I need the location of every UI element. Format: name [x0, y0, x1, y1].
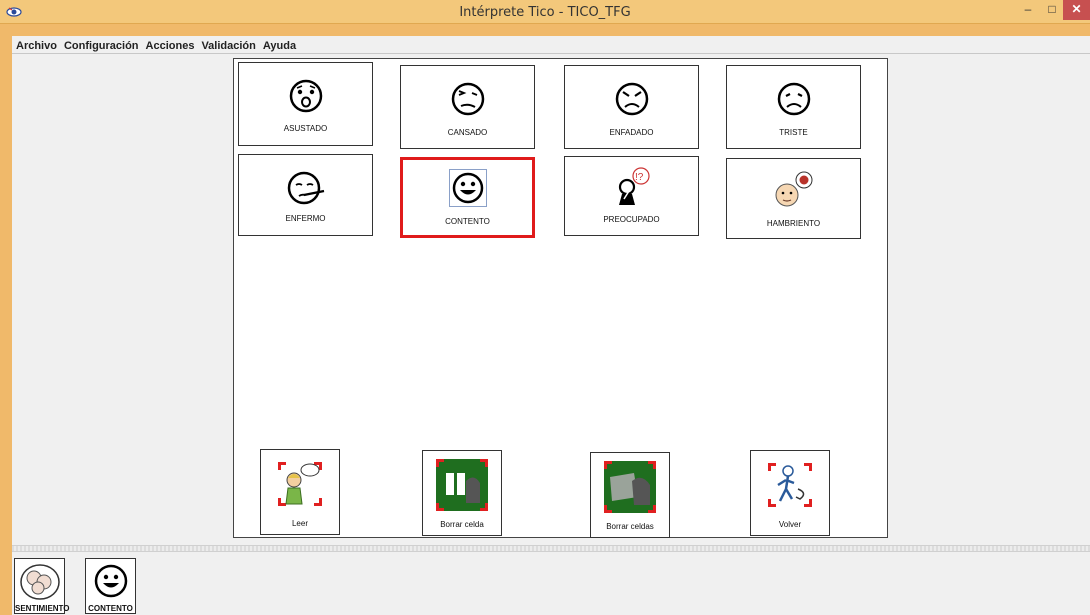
menu-validacion[interactable]: Validación: [197, 38, 258, 55]
cell-enfadado[interactable]: ENFADADO: [564, 65, 699, 149]
sad-face-icon: [777, 82, 810, 116]
sentence-area: SENTIMIENTO CONTENTO: [12, 552, 1090, 615]
title-bar[interactable]: Intérprete Tico - TICO_TFG – □ ✕: [0, 0, 1090, 24]
menu-ayuda[interactable]: Ayuda: [259, 38, 299, 55]
cell-label: ASUSTADO: [283, 124, 328, 133]
cell-label: CANSADO: [447, 128, 488, 137]
cell-asustado[interactable]: ASUSTADO: [238, 62, 373, 146]
menu-bar: Archivo Configuración Acciones Validación Ay…: [12, 36, 1090, 54]
walk-back-icon: [768, 463, 812, 507]
sentence-label: SENTIMIENTO: [15, 604, 70, 613]
cell-label: PREOCUPADO: [603, 215, 660, 224]
scared-face-icon: [289, 79, 322, 113]
menu-configuracion[interactable]: Configuración: [60, 38, 142, 55]
erase-cells-icon: [604, 461, 656, 513]
hungry-person-icon: [775, 171, 812, 207]
minimize-button[interactable]: –: [1015, 0, 1041, 20]
erase-cell-icon: [436, 459, 488, 511]
cell-contento[interactable]: CONTENTO: [400, 157, 535, 238]
speaking-person-icon: [278, 462, 322, 506]
cell-label: HAMBRIENTO: [766, 219, 821, 228]
cell-enfermo[interactable]: ENFERMO: [238, 154, 373, 236]
menu-acciones[interactable]: Acciones: [142, 38, 198, 55]
cell-label: ENFERMO: [285, 214, 326, 223]
action-label: Volver: [778, 520, 802, 529]
cell-preocupado[interactable]: !? PREOCUPADO: [564, 156, 699, 236]
client-area: ASUSTADO CANSADO ENFADADO TRISTE ENFERMO…: [12, 54, 1090, 615]
cell-label: TRISTE: [779, 128, 808, 137]
action-borrar-celda[interactable]: Borrar celda: [422, 450, 502, 536]
action-label: Leer: [291, 519, 308, 528]
application-window: Intérprete Tico - TICO_TFG – □ ✕ Archivo…: [0, 0, 1090, 615]
sentence-cell-sentimiento[interactable]: SENTIMIENTO: [14, 558, 70, 614]
worried-person-icon: !?: [618, 167, 650, 205]
cell-label: CONTENTO: [445, 217, 490, 226]
maximize-button[interactable]: □: [1041, 0, 1063, 20]
action-label: Borrar celda: [440, 520, 484, 529]
cell-label: ENFADADO: [609, 128, 654, 137]
panel-splitter[interactable]: [12, 545, 1090, 552]
communication-board: ASUSTADO CANSADO ENFADADO TRISTE ENFERMO…: [233, 58, 888, 538]
close-button[interactable]: ✕: [1063, 0, 1090, 20]
action-borrar-celdas[interactable]: Borrar celdas: [590, 452, 670, 538]
sentence-cell-contento[interactable]: CONTENTO: [85, 558, 136, 614]
menu-archivo[interactable]: Archivo: [12, 38, 60, 55]
svg-text:!?: !?: [635, 172, 644, 183]
window-title: Intérprete Tico - TICO_TFG: [459, 5, 631, 20]
cell-cansado[interactable]: CANSADO: [400, 65, 535, 149]
sick-face-icon: [287, 171, 324, 205]
angry-face-icon: [615, 82, 648, 116]
action-volver[interactable]: Volver: [750, 450, 830, 536]
action-label: Borrar celdas: [606, 522, 654, 531]
action-leer[interactable]: Leer: [260, 449, 340, 535]
faces-group-icon: [19, 564, 60, 600]
sentence-label: CONTENTO: [88, 604, 133, 613]
cell-hambriento[interactable]: HAMBRIENTO: [726, 158, 861, 239]
happy-face-icon: [448, 169, 487, 207]
tired-face-icon: [451, 82, 484, 116]
cell-triste[interactable]: TRISTE: [726, 65, 861, 149]
happy-face-icon: [94, 564, 127, 598]
